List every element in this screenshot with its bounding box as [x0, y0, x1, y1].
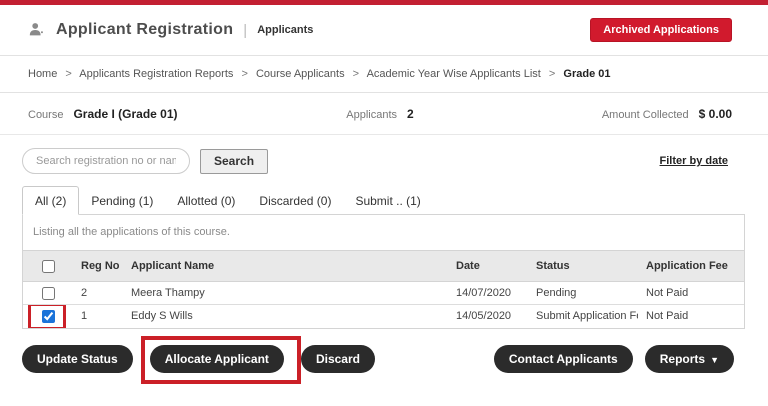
applicants-count: 2	[407, 107, 414, 121]
page-title: Applicant Registration	[56, 21, 234, 38]
breadcrumb: Home > Applicants Registration Reports >…	[0, 56, 768, 93]
search-button[interactable]: Search	[200, 148, 269, 174]
course-info: Course Grade I (Grade 01)	[28, 107, 263, 121]
row2-checkbox[interactable]	[41, 309, 55, 323]
search-row: Search Filter by date	[0, 135, 768, 174]
allocate-applicant-button[interactable]: Allocate Applicant	[149, 344, 284, 373]
tab-discarded[interactable]: Discarded (0)	[247, 187, 343, 214]
archived-applications-button[interactable]: Archived Applications	[590, 18, 732, 42]
filter-by-date-link[interactable]: Filter by date	[660, 155, 728, 167]
discard-button[interactable]: Discard	[300, 344, 375, 373]
applicants-info: Applicants 2	[263, 107, 498, 121]
table-row: 2 Meera Thampy 14/07/2020 Pending Not Pa…	[23, 282, 744, 305]
row1-name: Meera Thampy	[131, 287, 205, 299]
breadcrumb-separator: >	[65, 68, 72, 80]
action-bar: Update Status Allocate Applicant Discard…	[22, 335, 746, 384]
row2-fee: Not Paid	[646, 310, 689, 323]
tab-submit[interactable]: Submit .. (1)	[343, 187, 432, 214]
discard-wrap: Discard	[300, 344, 375, 373]
tab-all[interactable]: All (2)	[22, 186, 80, 215]
table-row: 1 Eddy S Wills 14/05/2020 Submit Applica…	[23, 304, 744, 328]
breadcrumb-item-grade01: Grade 01	[563, 68, 611, 80]
row1-status: Pending	[536, 287, 577, 299]
breadcrumb-item-home[interactable]: Home	[28, 68, 57, 80]
column-header-regno: Reg No	[73, 250, 123, 282]
row2-checkbox-cell	[23, 304, 73, 328]
select-all-checkbox[interactable]	[41, 259, 55, 273]
page-header: Applicant Registration | Applicants Arch…	[0, 5, 768, 56]
column-header-date: Date	[448, 250, 528, 282]
row1-fee: Not Paid	[646, 287, 689, 299]
page-subtitle: Applicants	[257, 24, 314, 36]
breadcrumb-item-academic-year-list[interactable]: Academic Year Wise Applicants List	[367, 68, 541, 80]
breadcrumb-separator: >	[352, 68, 360, 80]
applicants-table: Reg No Applicant Name Date Status Applic…	[23, 250, 744, 328]
update-status-button[interactable]: Update Status	[22, 344, 133, 373]
update-status-wrap: Update Status	[22, 344, 133, 373]
row2-name: Eddy S Wills	[131, 310, 193, 323]
header-title-group: Applicant Registration | Applicants	[28, 21, 313, 39]
column-header-status: Status	[528, 250, 638, 282]
tab-allotted[interactable]: Allotted (0)	[165, 187, 247, 214]
caret-down-icon: ▼	[710, 354, 719, 365]
search-input[interactable]	[22, 148, 190, 174]
course-value: Grade I (Grade 01)	[73, 107, 178, 121]
action-bar-right: Contact Applicants Reports ▼	[493, 344, 746, 373]
row1-date: 14/07/2020	[456, 287, 512, 299]
amount-collected-label: Amount Collected	[601, 109, 689, 121]
row2-date: 14/05/2020	[456, 310, 512, 323]
column-header-name: Applicant Name	[123, 250, 448, 282]
row1-checkbox-cell	[23, 282, 73, 305]
row2-status: Submit Application Fee	[536, 310, 638, 323]
breadcrumb-item-course-applicants[interactable]: Course Applicants	[256, 68, 345, 80]
tab-strip: All (2) Pending (1) Allotted (0) Discard…	[22, 186, 768, 215]
contact-applicants-button[interactable]: Contact Applicants	[493, 344, 633, 373]
reports-dropdown-button[interactable]: Reports ▼	[644, 344, 734, 373]
column-header-fee: Application Fee	[638, 250, 744, 282]
title-separator: |	[243, 21, 248, 39]
tab-pending[interactable]: Pending (1)	[79, 187, 165, 214]
course-label: Course	[28, 109, 64, 121]
row1-regno: 2	[81, 287, 88, 299]
listing-note: Listing all the applications of this cou…	[33, 226, 230, 238]
allocate-applicant-wrap: Allocate Applicant	[140, 335, 301, 384]
row1-checkbox[interactable]	[41, 286, 55, 300]
course-summary-row: Course Grade I (Grade 01) Applicants 2 A…	[0, 93, 768, 135]
contact-applicants-wrap: Contact Applicants	[493, 344, 633, 373]
header-checkbox-cell	[23, 250, 73, 282]
amount-info: Amount Collected $ 0.00	[497, 107, 740, 121]
breadcrumb-item-reports[interactable]: Applicants Registration Reports	[79, 68, 233, 80]
table-header-row: Reg No Applicant Name Date Status Applic…	[23, 250, 744, 282]
breadcrumb-separator: >	[241, 68, 248, 80]
applicants-label: Applicants	[346, 109, 398, 121]
amount-collected-value: $ 0.00	[698, 107, 733, 121]
add-user-icon	[28, 21, 46, 39]
reports-wrap: Reports ▼	[644, 344, 734, 373]
breadcrumb-separator: >	[548, 68, 556, 80]
row2-regno: 1	[81, 310, 88, 323]
applicants-panel: Listing all the applications of this cou…	[22, 214, 745, 329]
reports-label: Reports	[659, 351, 706, 366]
